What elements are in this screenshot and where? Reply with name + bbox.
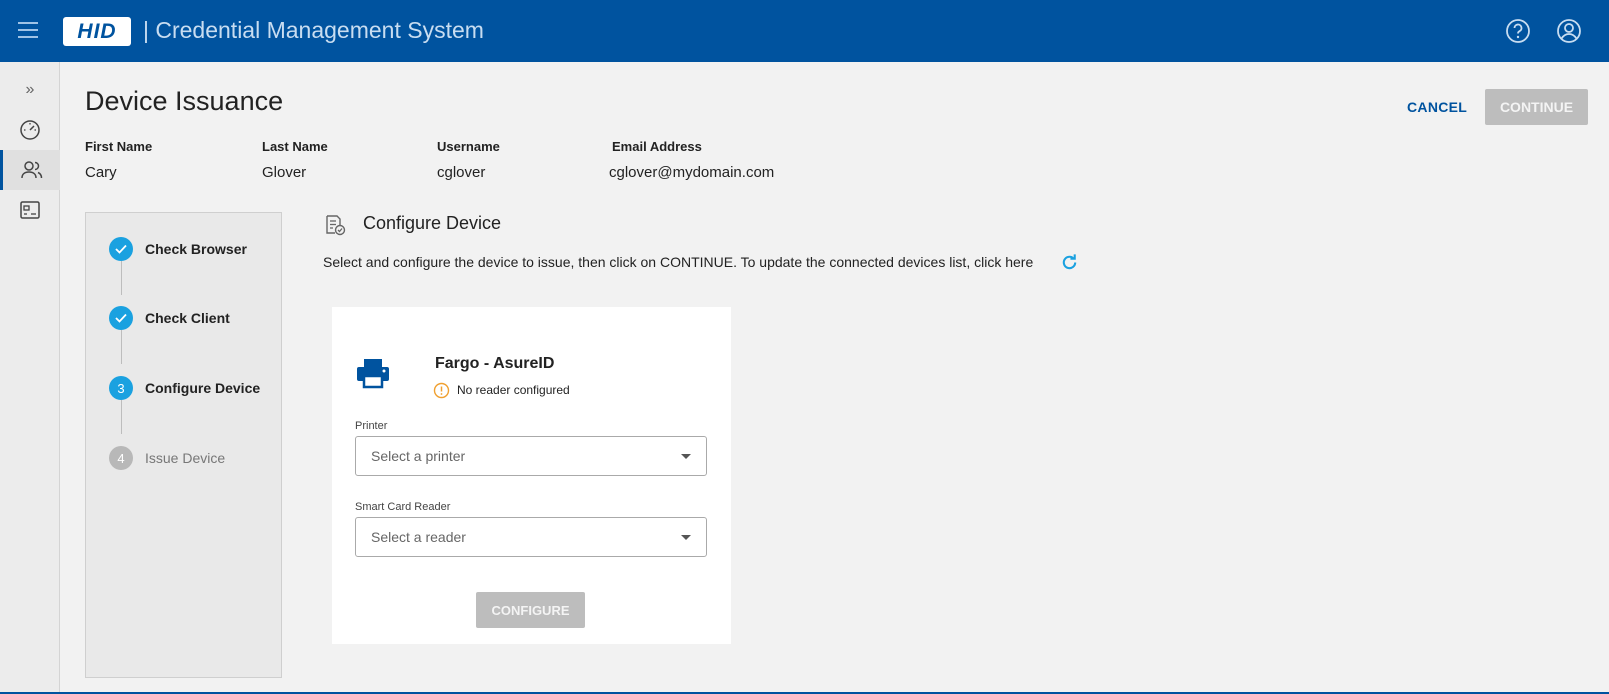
step-issue-device: 4 Issue Device (109, 446, 225, 470)
reader-select[interactable]: Select a reader (355, 517, 707, 557)
expand-rail-button[interactable]: » (0, 70, 60, 110)
printer-select[interactable]: Select a printer (355, 436, 707, 476)
warning-icon (433, 382, 450, 399)
section-title: Configure Device (363, 213, 502, 233)
top-bar: HID | Credential Management System (0, 0, 1609, 62)
device-card: Fargo - AsureID No reader configured Pri… (332, 307, 731, 644)
device-name: Fargo - AsureID (435, 355, 555, 372)
check-icon (109, 237, 133, 261)
card-device-icon (20, 201, 40, 219)
first-name-value: Cary (85, 164, 117, 181)
rail-item-users[interactable] (0, 150, 60, 190)
check-icon (109, 306, 133, 330)
email-field: Email Address cglover@mydomain.com (609, 139, 775, 181)
last-name-label: Last Name (262, 139, 328, 154)
page-title: Device Issuance (85, 86, 284, 116)
configure-button[interactable]: CONFIGURE (476, 592, 585, 628)
step-label: Configure Device (145, 380, 261, 396)
device-status-text: No reader configured (457, 383, 570, 397)
step-number: 4 (109, 446, 133, 470)
reader-select-placeholder: Select a reader (371, 529, 466, 545)
rail-item-dashboard[interactable] (0, 109, 60, 149)
users-icon (20, 161, 42, 179)
username-value: cglover (437, 164, 486, 181)
step-label: Issue Device (145, 450, 226, 466)
step-connector (121, 400, 122, 434)
rail-item-cards[interactable] (0, 190, 60, 230)
username-label: Username (437, 139, 500, 154)
logo-text: HID (77, 19, 117, 43)
printer-icon (357, 359, 389, 389)
user-account-icon[interactable] (1556, 18, 1582, 44)
cancel-button[interactable]: CANCEL (1399, 89, 1475, 125)
printer-select-placeholder: Select a printer (371, 448, 466, 464)
step-connector (121, 330, 122, 364)
step-label: Check Browser (145, 241, 247, 257)
left-navigation-rail: » (0, 62, 60, 694)
refresh-icon[interactable] (1060, 253, 1079, 272)
configure-checklist-icon (326, 215, 346, 236)
last-name-value: Glover (262, 164, 307, 181)
dropdown-arrow-icon (681, 535, 691, 540)
double-chevron-right-icon: » (25, 81, 35, 98)
dropdown-arrow-icon (681, 454, 691, 459)
email-value: cglover@mydomain.com (609, 164, 775, 181)
hid-logo: HID (63, 17, 131, 46)
step-label: Check Client (145, 310, 230, 326)
step-check-browser: Check Browser (109, 237, 247, 261)
email-label: Email Address (612, 139, 702, 154)
issuance-stepper: Check Browser Check Client 3 Configure D… (85, 212, 282, 678)
first-name-label: First Name (85, 139, 153, 154)
first-name-field: First Name Cary (85, 139, 152, 181)
instruction-text: Select and configure the device to issue… (323, 254, 1034, 270)
reader-label: Smart Card Reader (355, 501, 451, 513)
last-name-field: Last Name Glover (262, 139, 328, 181)
printer-label: Printer (355, 420, 388, 432)
continue-button[interactable]: CONTINUE (1485, 89, 1588, 125)
step-number: 3 (109, 376, 133, 400)
username-field: Username cglover (437, 139, 500, 181)
dashboard-gauge-icon (20, 120, 40, 140)
app-title: | Credential Management System (143, 17, 484, 43)
step-configure-device: 3 Configure Device (109, 376, 260, 400)
help-icon[interactable] (1505, 18, 1531, 44)
step-check-client: Check Client (109, 306, 230, 330)
step-connector (121, 261, 122, 295)
hamburger-menu-icon[interactable] (18, 22, 38, 38)
